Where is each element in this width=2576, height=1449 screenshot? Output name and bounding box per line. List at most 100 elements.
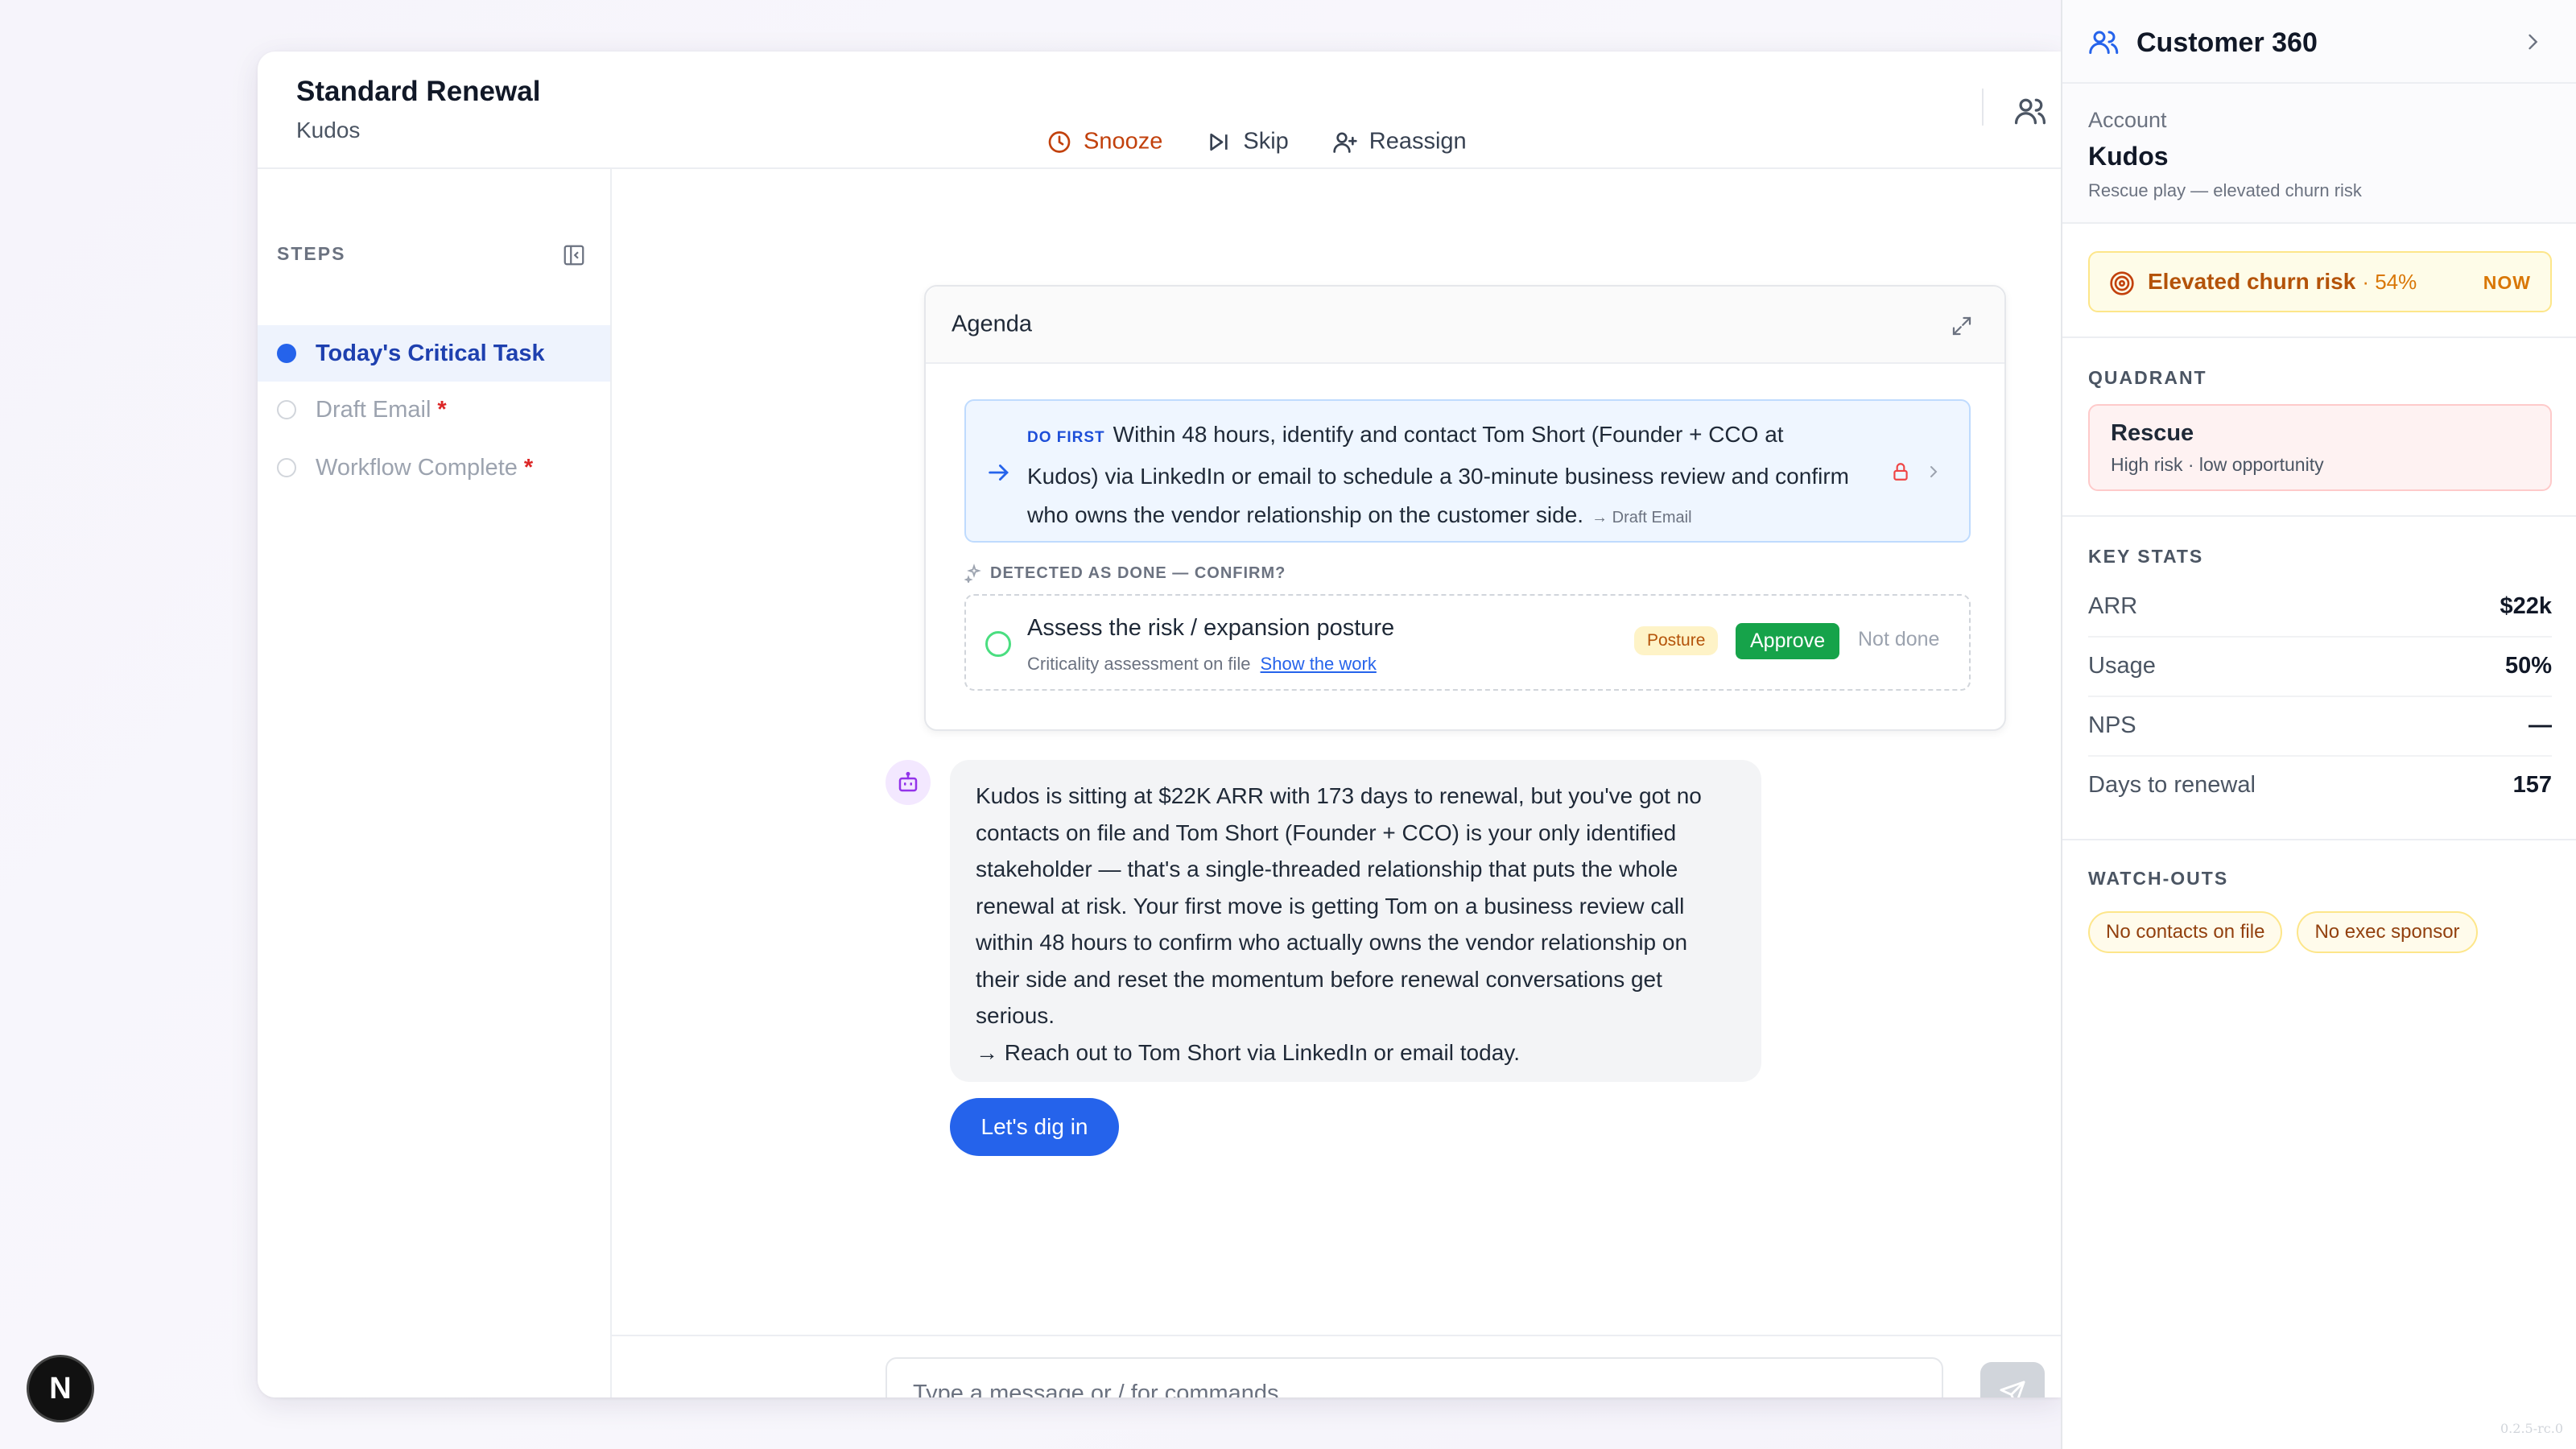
approve-button[interactable]: Approve	[1736, 623, 1840, 659]
chevron-right-icon[interactable]	[1924, 462, 1943, 481]
skip-forward-icon	[1210, 133, 1228, 151]
reassign-label: Reassign	[1368, 128, 1467, 155]
snooze-label: Snooze	[1084, 128, 1163, 155]
account-label: Account	[2088, 108, 2167, 132]
header-divider	[1982, 89, 1984, 126]
customer-360-panel: Customer 360 Account Kudos Rescue play —…	[2061, 0, 2576, 1449]
stat-label: NPS	[2088, 712, 2136, 738]
send-button[interactable]	[1980, 1362, 2045, 1397]
clock-icon	[1048, 130, 1071, 153]
customer-360-title: Customer 360	[2136, 27, 2318, 58]
account-name: Kudos	[2088, 142, 2169, 171]
agenda-card: Agenda DO FIRST Within 48 hours, identify…	[924, 285, 2006, 731]
version-label: 0.2.5-rc.0	[2500, 1421, 2563, 1436]
snooze-button[interactable]: Snooze	[1046, 129, 1162, 155]
chevron-right-icon[interactable]	[2521, 31, 2544, 53]
confirm-task-title: Assess the risk / expansion posture	[1027, 615, 1395, 641]
assistant-message: Kudos is sitting at $22K ARR with 173 da…	[950, 760, 1761, 1082]
users-icon	[2089, 31, 2119, 54]
quadrant-name: Rescue	[2111, 420, 2194, 446]
step-item-todays-critical-task[interactable]: Today's Critical Task	[258, 325, 610, 382]
watch-out-chip[interactable]: No contacts on file	[2088, 911, 2283, 953]
show-the-work-link[interactable]: Show the work	[1261, 654, 1377, 674]
step-item-draft-email[interactable]: Draft Email *	[258, 382, 610, 438]
section-divider	[2062, 336, 2576, 338]
key-stats-heading: KEY STATS	[2088, 546, 2204, 567]
step-label: Draft Email	[316, 396, 431, 423]
user-plus-icon	[1333, 132, 1357, 153]
agenda-header: Agenda	[926, 287, 2004, 364]
bot-icon	[898, 771, 918, 792]
workflow-window: Standard Renewal Kudos Snooze Skip Reass…	[258, 52, 2061, 1397]
lock-icon	[1893, 463, 1908, 481]
stat-value: 157	[2512, 771, 2552, 798]
quadrant-description: High risk · low opportunity	[2111, 454, 2324, 475]
target-icon	[2110, 271, 2134, 295]
quadrant-card: Rescue High risk · low opportunity	[2088, 404, 2552, 491]
detected-label-text: DETECTED AS DONE — CONFIRM?	[990, 564, 1286, 582]
draft-email-link[interactable]: → Draft Email	[1591, 509, 1691, 526]
expand-icon[interactable]	[1950, 314, 1974, 338]
watch-outs-list: No contacts on file No exec sponsor	[2088, 911, 2478, 953]
required-marker: *	[437, 396, 447, 423]
not-done-button[interactable]: Not done	[1858, 628, 1939, 651]
dev-badge-letter: N	[49, 1371, 72, 1406]
churn-risk-alert[interactable]: Elevated churn risk · 54% NOW	[2088, 251, 2552, 312]
workflow-header: Standard Renewal Kudos Snooze Skip Reass…	[258, 52, 2061, 169]
churn-risk-percent: · 54%	[2362, 270, 2417, 294]
churn-risk-label: Elevated churn risk · 54%	[2148, 269, 2417, 295]
stat-label: ARR	[2088, 592, 2138, 619]
stat-row-nps: NPS —	[2088, 696, 2552, 755]
do-first-tag: DO FIRST	[1027, 429, 1105, 446]
stat-row-arr: ARR $22k	[2088, 576, 2552, 636]
section-divider	[2062, 839, 2576, 840]
churn-risk-text: Elevated churn risk	[2148, 269, 2356, 294]
do-first-text-block: DO FIRST Within 48 hours, identify and co…	[1027, 415, 1856, 537]
sidebar-collapse-icon[interactable]	[562, 243, 586, 267]
required-marker: *	[523, 454, 534, 481]
watch-outs-heading: WATCH-OUTS	[2088, 868, 2229, 889]
detected-task-confirm: Assess the risk / expansion posture Crit…	[964, 594, 1971, 691]
assistant-message-followup: → Reach out to Tom Short via LinkedIn or…	[976, 1039, 1520, 1065]
step-pending-dot	[277, 458, 296, 477]
step-item-workflow-complete[interactable]: Workflow Complete *	[258, 440, 610, 496]
detected-as-done-label: DETECTED AS DONE — CONFIRM?	[964, 564, 1286, 583]
stat-row-days-to-renewal: Days to renewal 157	[2088, 755, 2552, 815]
agenda-title: Agenda	[952, 311, 1032, 337]
steps-sidebar: STEPS Today's Critical Task Draft Email …	[258, 169, 612, 1397]
skip-button[interactable]: Skip	[1206, 128, 1289, 155]
arrow-right-icon	[989, 464, 1009, 481]
step-label: Today's Critical Task	[316, 340, 545, 366]
section-divider	[2062, 515, 2576, 517]
do-first-description: Within 48 hours, identify and contact To…	[1027, 422, 1849, 527]
chat-main-pane: Agenda DO FIRST Within 48 hours, identify…	[612, 169, 2061, 1397]
message-input[interactable]	[886, 1357, 1943, 1397]
skip-label: Skip	[1243, 128, 1289, 155]
dev-tools-badge[interactable]: N	[29, 1357, 92, 1420]
stat-label: Usage	[2088, 652, 2156, 679]
steps-heading: STEPS	[277, 243, 346, 264]
step-label: Workflow Complete	[316, 454, 518, 481]
stat-value: —	[2529, 712, 2552, 738]
header-actions: Snooze Skip Reassign	[1046, 129, 1467, 155]
confirm-subtitle-text: Criticality assessment on file	[1027, 654, 1251, 674]
users-icon[interactable]	[2013, 93, 2048, 129]
customer-360-header: Customer 360	[2062, 0, 2576, 84]
workflow-account-name: Kudos	[296, 118, 361, 142]
step-pending-dot	[277, 400, 296, 419]
do-first-task[interactable]: DO FIRST Within 48 hours, identify and co…	[964, 399, 1971, 543]
sparkles-icon	[964, 564, 981, 583]
reassign-button[interactable]: Reassign	[1332, 129, 1467, 155]
message-composer	[612, 1335, 2061, 1397]
watch-out-chip[interactable]: No exec sponsor	[2297, 911, 2478, 953]
risk-now-tag: NOW	[2483, 272, 2531, 293]
account-summary: Account Kudos Rescue play — elevated chu…	[2062, 84, 2576, 224]
bot-avatar	[886, 760, 931, 805]
lets-dig-in-button[interactable]: Let's dig in	[950, 1098, 1119, 1156]
task-check-circle[interactable]	[985, 631, 1011, 657]
stat-value: 50%	[2504, 652, 2552, 679]
step-active-dot	[277, 344, 296, 363]
stat-value: $22k	[2500, 592, 2552, 619]
stat-row-usage: Usage 50%	[2088, 636, 2552, 696]
stat-label: Days to renewal	[2088, 771, 2256, 798]
